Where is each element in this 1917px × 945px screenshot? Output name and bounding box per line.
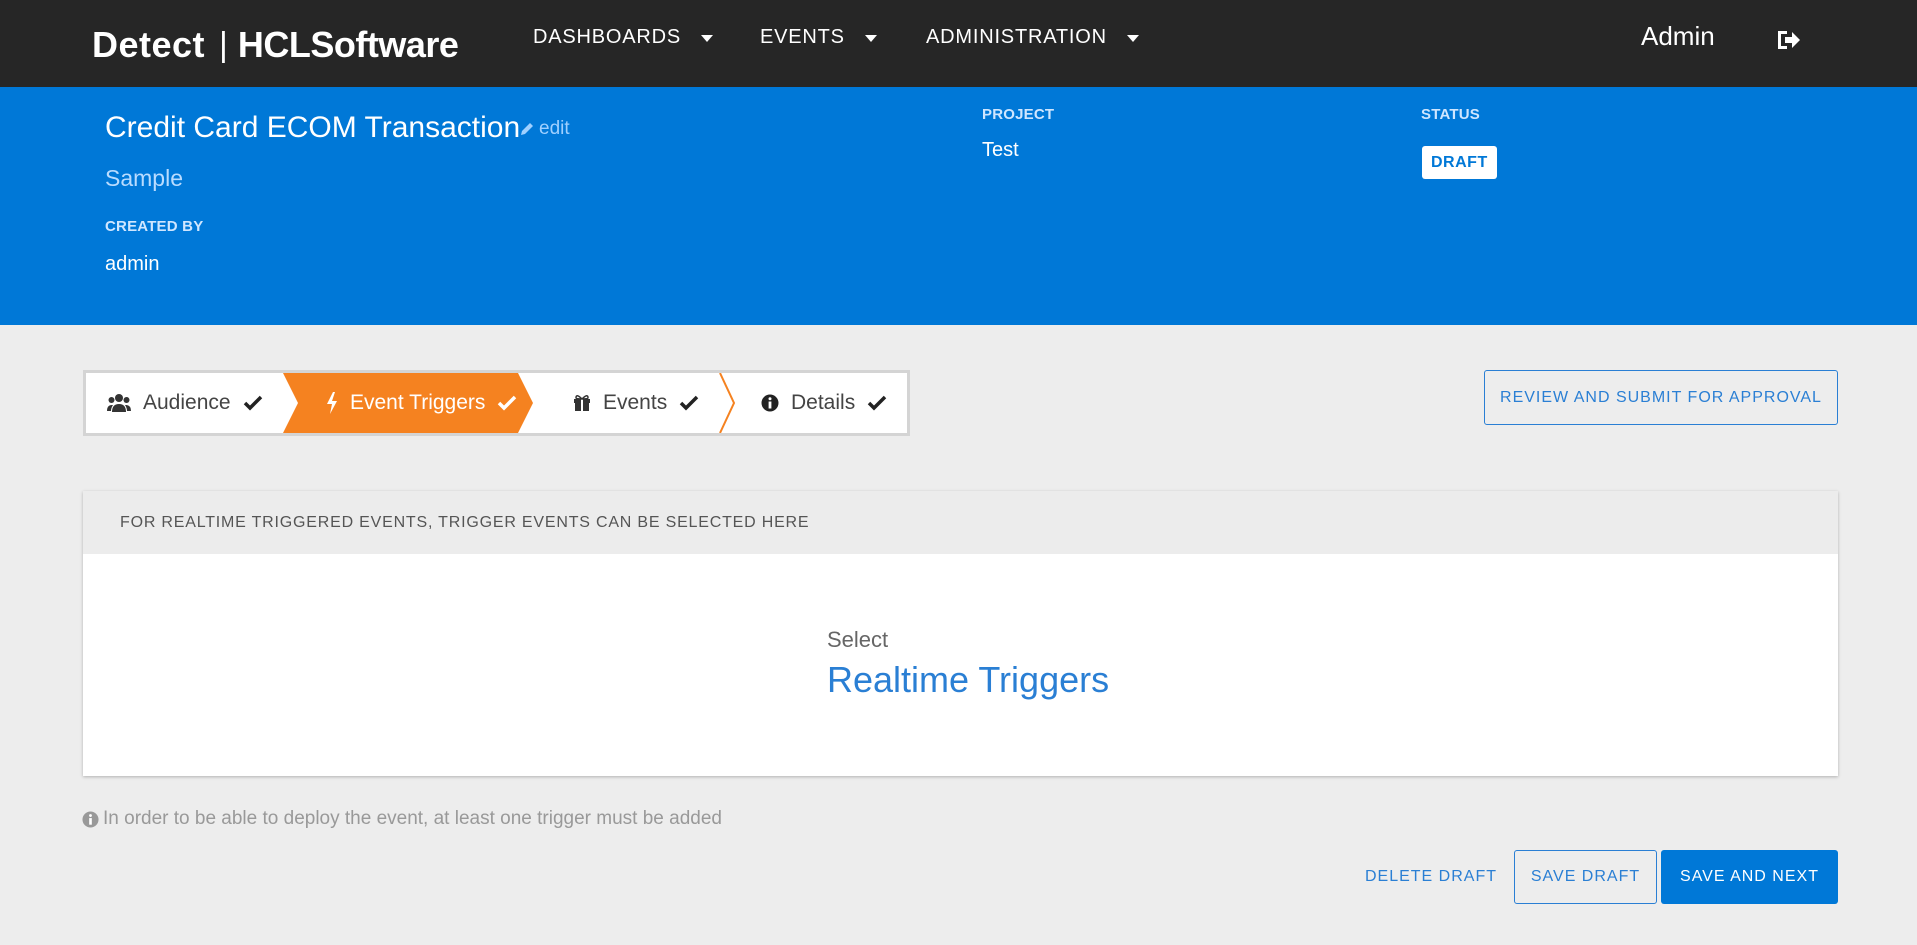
check-icon: [679, 395, 699, 411]
nav-administration-label: ADMINISTRATION: [926, 26, 1107, 48]
trigger-card-heading: FOR REALTIME TRIGGERED EVENTS, TRIGGER E…: [83, 491, 1838, 554]
brand-separator: |: [219, 25, 228, 64]
caret-down-icon: [864, 35, 877, 42]
step-events[interactable]: Events: [573, 373, 699, 433]
wizard-stepper: Audience Event Triggers Events Details: [83, 370, 910, 436]
users-icon: [107, 394, 131, 412]
delete-draft-button[interactable]: DELETE DRAFT: [1361, 850, 1501, 904]
realtime-triggers-link[interactable]: Realtime Triggers: [827, 659, 1109, 701]
top-navbar: Detect | HCLSoftware DASHBOARDS EVENTS A…: [0, 0, 1917, 87]
bolt-icon: [327, 392, 337, 414]
nav-dashboards-label: DASHBOARDS: [533, 26, 682, 48]
select-label: Select: [827, 627, 889, 652]
info-note-text: In order to be able to deploy the event,…: [103, 808, 722, 829]
event-header: Credit Card ECOM Transaction edit Sample…: [0, 87, 1917, 325]
project-value: Test: [982, 139, 1019, 161]
edit-label: edit: [539, 118, 570, 139]
step-details[interactable]: Details: [761, 373, 887, 433]
review-submit-button[interactable]: REVIEW AND SUBMIT FOR APPROVAL: [1484, 370, 1838, 425]
event-title: Credit Card ECOM Transaction: [105, 111, 521, 144]
step-events-label: Events: [603, 391, 668, 414]
step-event-triggers[interactable]: Event Triggers: [326, 373, 517, 433]
step-audience-label: Audience: [143, 391, 231, 414]
save-and-next-button[interactable]: SAVE AND NEXT: [1661, 850, 1838, 904]
trigger-card: FOR REALTIME TRIGGERED EVENTS, TRIGGER E…: [83, 491, 1838, 776]
info-circle-icon: [82, 810, 99, 828]
edit-title-link[interactable]: edit: [519, 118, 570, 140]
caret-down-icon: [1126, 35, 1139, 42]
info-circle-icon: [761, 394, 779, 412]
step-details-label: Details: [791, 391, 856, 414]
nav-events[interactable]: EVENTS: [760, 26, 877, 49]
save-draft-button[interactable]: SAVE DRAFT: [1514, 850, 1657, 904]
status-label: STATUS: [1421, 106, 1480, 123]
step-event-triggers-label: Event Triggers: [350, 391, 486, 414]
status-badge: DRAFT: [1422, 146, 1497, 179]
check-icon: [498, 395, 517, 411]
nav-administration[interactable]: ADMINISTRATION: [926, 26, 1139, 49]
created-by-label: CREATED BY: [105, 218, 204, 235]
nav-events-label: EVENTS: [760, 26, 845, 48]
brand-detect: Detect: [92, 24, 206, 65]
check-icon: [243, 395, 262, 411]
brand-company: HCLSoftware: [237, 24, 459, 65]
nav-dashboards[interactable]: DASHBOARDS: [533, 26, 714, 49]
created-by-value: admin: [105, 253, 160, 275]
gift-icon: [574, 395, 590, 411]
user-menu[interactable]: Admin: [1641, 21, 1715, 52]
deploy-info-note: In order to be able to deploy the event,…: [82, 808, 722, 830]
event-subtitle: Sample: [105, 165, 183, 191]
step-audience[interactable]: Audience: [107, 373, 263, 433]
brand-logo[interactable]: Detect | HCLSoftware: [92, 22, 459, 68]
check-icon: [867, 395, 887, 411]
sign-out-icon[interactable]: [1774, 26, 1802, 54]
caret-down-icon: [701, 35, 714, 42]
project-label: PROJECT: [982, 106, 1055, 123]
pencil-icon: [521, 123, 533, 135]
